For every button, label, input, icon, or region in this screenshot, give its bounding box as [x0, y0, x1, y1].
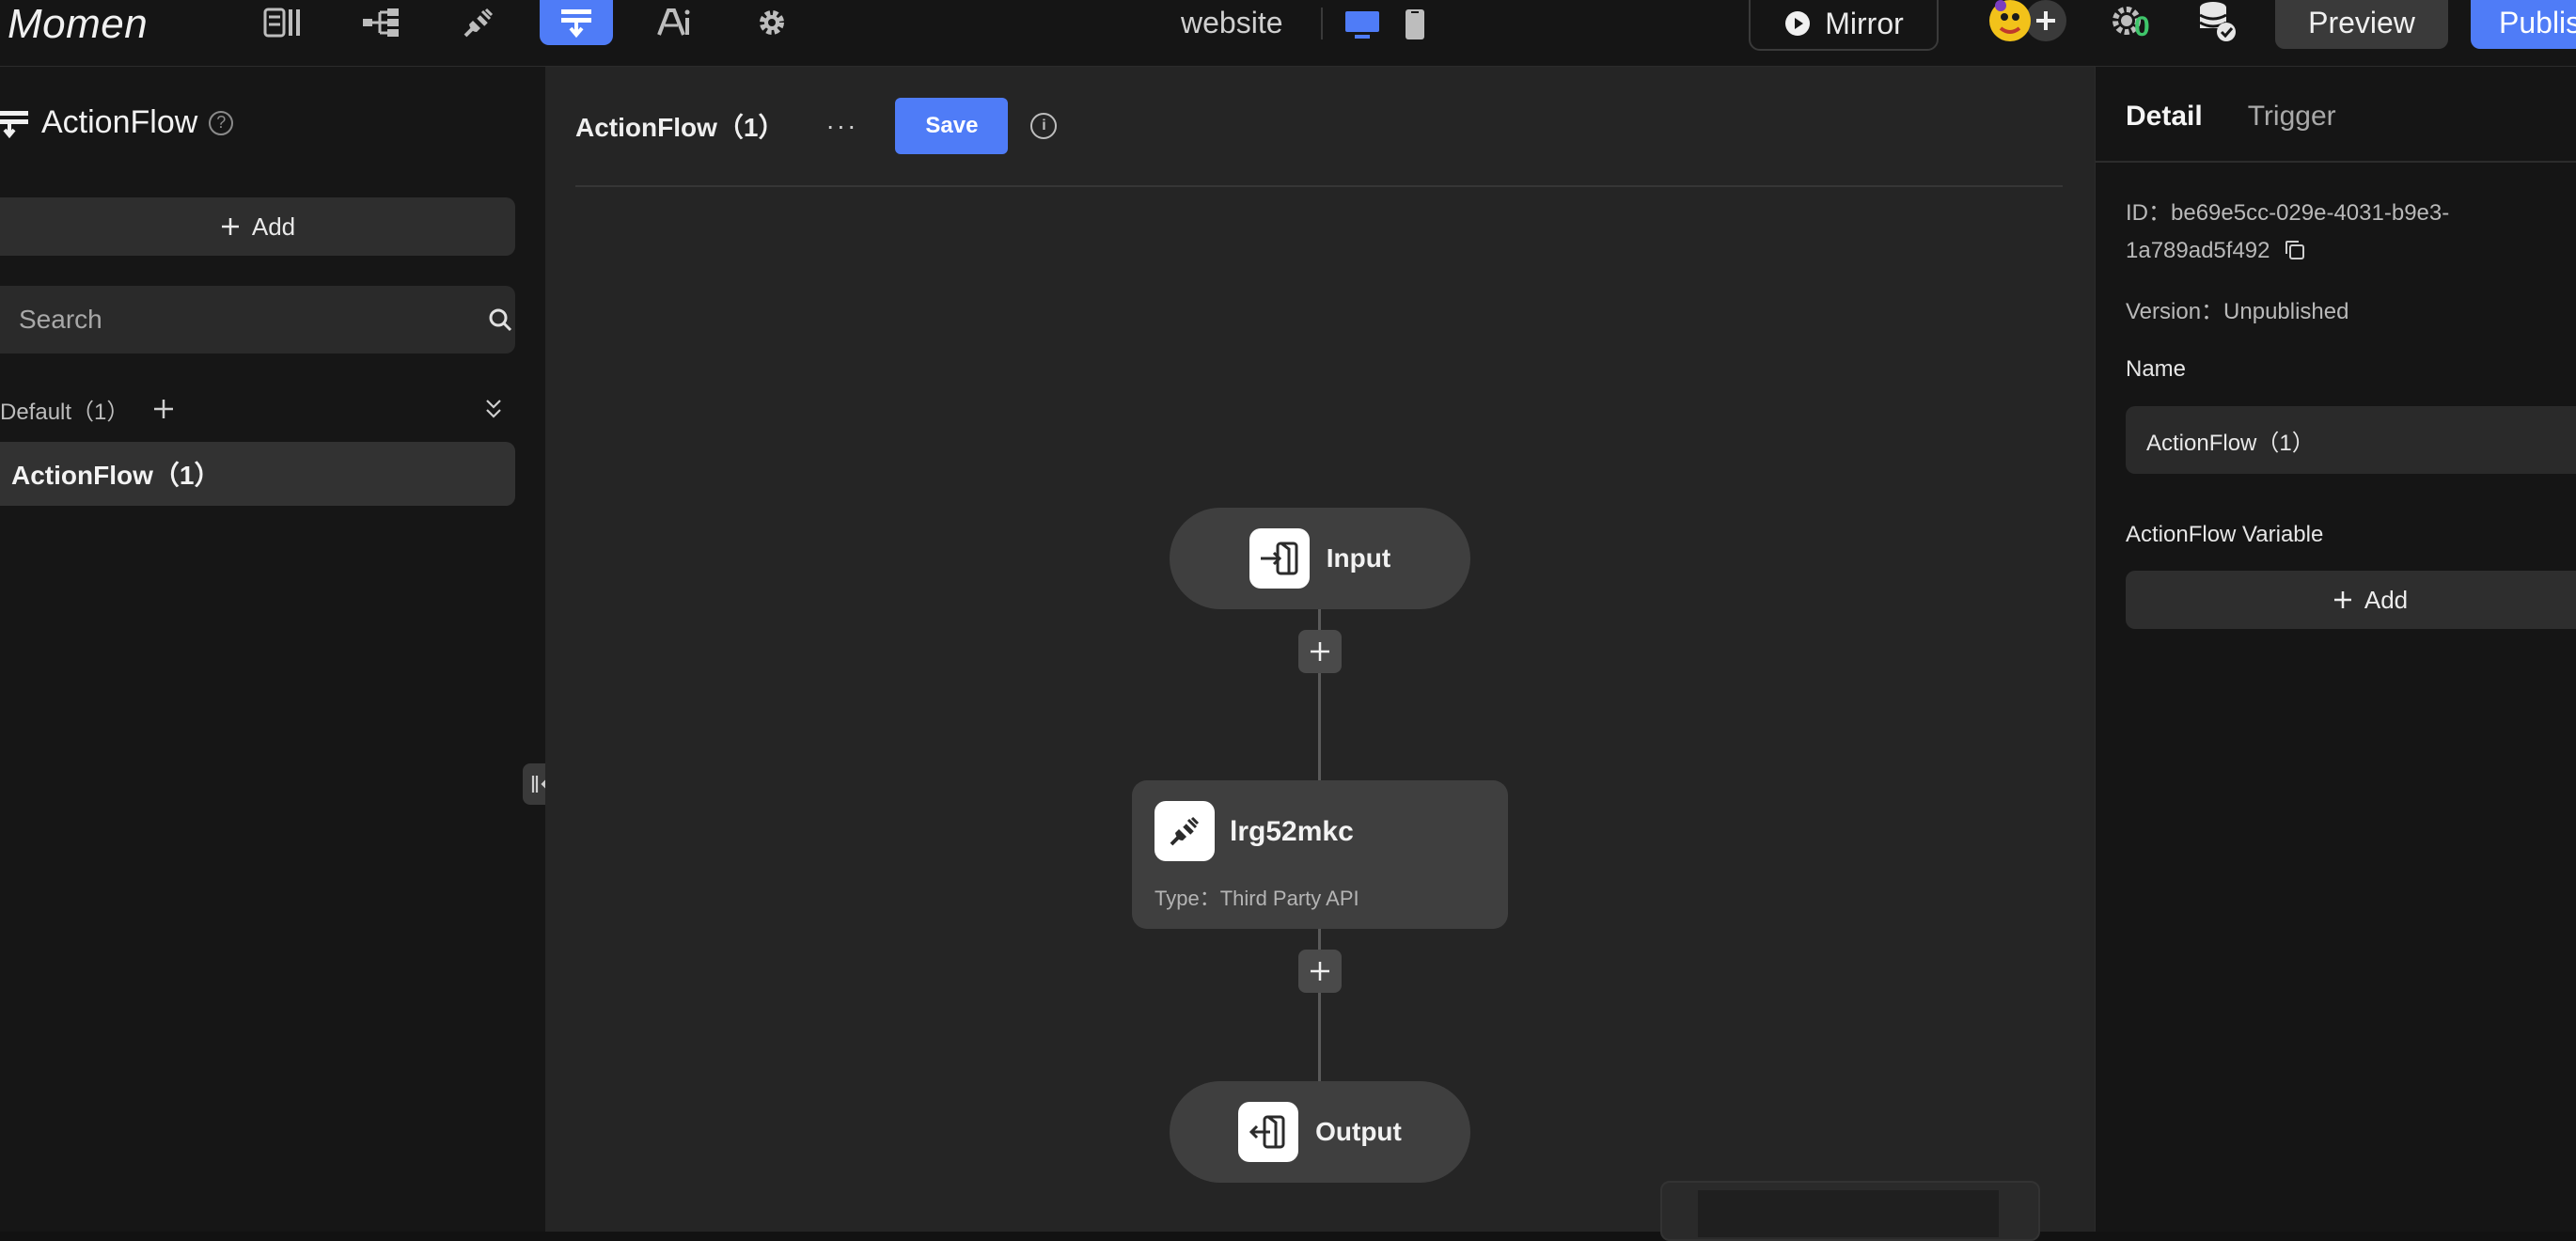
hierarchy-icon[interactable] — [344, 0, 417, 45]
app-logo[interactable]: Momen — [0, 0, 216, 49]
add-label: Add — [251, 212, 296, 241]
minimap-viewport[interactable] — [1698, 1190, 1999, 1237]
list-item-actionflow[interactable]: ActionFlow（1） — [0, 442, 515, 506]
actionflow-icon[interactable] — [540, 0, 613, 45]
info-icon[interactable]: i — [1030, 113, 1058, 139]
add-node-button[interactable] — [1298, 950, 1342, 993]
more-options-icon[interactable]: ··· — [825, 111, 857, 141]
database-check-icon[interactable] — [2194, 0, 2239, 45]
variable-label: ActionFlow Variable — [2126, 522, 2324, 547]
group-label: Default（1） — [0, 399, 130, 425]
flow-title[interactable]: ActionFlow（1） — [575, 107, 784, 145]
canvas-divider — [575, 185, 2063, 187]
list-item-label: ActionFlow（1） — [11, 461, 221, 490]
collaborators[interactable] — [1984, 0, 2072, 45]
top-bar: Momen website Mirror 0 Preview Publis — [0, 0, 2576, 67]
search-icon[interactable] — [487, 306, 513, 333]
actionflow-sidebar: ActionFlow ? Add Default（1） ActionFlow（1… — [0, 67, 545, 1232]
debug-icon[interactable]: 0 — [2110, 2, 2155, 47]
search-input[interactable] — [17, 304, 434, 336]
add-actionflow-button[interactable]: Add — [0, 197, 515, 256]
mobile-icon[interactable] — [1393, 6, 1437, 43]
api-node-type: Type：Third Party API — [1154, 887, 1359, 910]
mirror-label: Mirror — [1825, 6, 1904, 40]
group-default[interactable]: Default（1） — [0, 388, 515, 430]
mirror-button[interactable]: Mirror — [1749, 0, 1939, 51]
search-box[interactable] — [0, 286, 515, 353]
sidebar-title: ActionFlow — [41, 104, 198, 140]
api-node-name: lrg52mkc — [1230, 816, 1354, 847]
collapse-icon[interactable] — [483, 397, 504, 421]
preview-button[interactable]: Preview — [2275, 0, 2448, 49]
version-status: Version：Unpublished — [2126, 299, 2349, 324]
play-icon — [1785, 11, 1811, 36]
save-label: Save — [925, 113, 979, 138]
ai-icon[interactable] — [637, 0, 711, 45]
connector-line — [1318, 929, 1321, 950]
help-icon[interactable]: ? — [209, 110, 234, 135]
tab-detail[interactable]: Detail — [2126, 101, 2203, 133]
desktop-icon[interactable] — [1341, 6, 1384, 43]
plus-icon — [2333, 591, 2351, 608]
connector-line — [1318, 993, 1321, 1081]
gear-icon[interactable] — [735, 0, 809, 45]
preview-label: Preview — [2308, 5, 2415, 39]
add-group-item-icon[interactable] — [151, 397, 176, 421]
debug-count: 0 — [2134, 11, 2150, 42]
input-label: Input — [1326, 543, 1391, 573]
canvas-header: ActionFlow（1） ··· Save i — [575, 98, 1058, 154]
panel-tabs: Detail Trigger — [2126, 101, 2336, 133]
save-button[interactable]: Save — [895, 98, 1009, 154]
name-value: ActionFlow（1） — [2146, 430, 2315, 456]
logo-text: Momen — [8, 1, 149, 47]
properties-panel: Detail Trigger ID：be69e5cc-029e-4031-b9e… — [2095, 67, 2576, 1232]
plus-icon — [1311, 962, 1329, 981]
plus-icon — [221, 218, 239, 235]
add-node-button[interactable] — [1298, 630, 1342, 673]
input-icon — [1249, 528, 1310, 589]
add-variable-button[interactable]: Add — [2126, 571, 2576, 629]
output-node[interactable]: Output — [1170, 1081, 1470, 1183]
output-icon — [1238, 1102, 1299, 1162]
name-field[interactable]: ActionFlow（1） — [2126, 406, 2576, 474]
api-node[interactable]: lrg52mkc Type：Third Party API — [1132, 780, 1508, 929]
add-variable-label: Add — [2364, 585, 2409, 614]
output-label: Output — [1315, 1117, 1402, 1146]
copy-icon[interactable] — [2284, 239, 2306, 261]
name-label: Name — [2126, 356, 2187, 382]
flow-id: ID：be69e5cc-029e-4031-b9e3-1a789ad5f492 — [2126, 195, 2521, 270]
publish-button[interactable]: Publis — [2471, 0, 2576, 49]
panel-divider — [2096, 161, 2576, 163]
data-icon[interactable] — [246, 0, 320, 45]
site-name[interactable]: website — [1181, 6, 1283, 40]
publish-label: Publis — [2499, 5, 2576, 39]
sidebar-header: ActionFlow ? — [0, 104, 234, 141]
plus-icon — [1311, 642, 1329, 661]
plugin-icon — [1154, 801, 1215, 861]
input-node[interactable]: Input — [1170, 508, 1470, 609]
plugin-icon[interactable] — [442, 0, 515, 45]
divider — [1321, 8, 1323, 39]
connector-line — [1318, 673, 1321, 780]
tab-trigger[interactable]: Trigger — [2248, 101, 2336, 133]
actionflow-icon — [0, 110, 28, 138]
